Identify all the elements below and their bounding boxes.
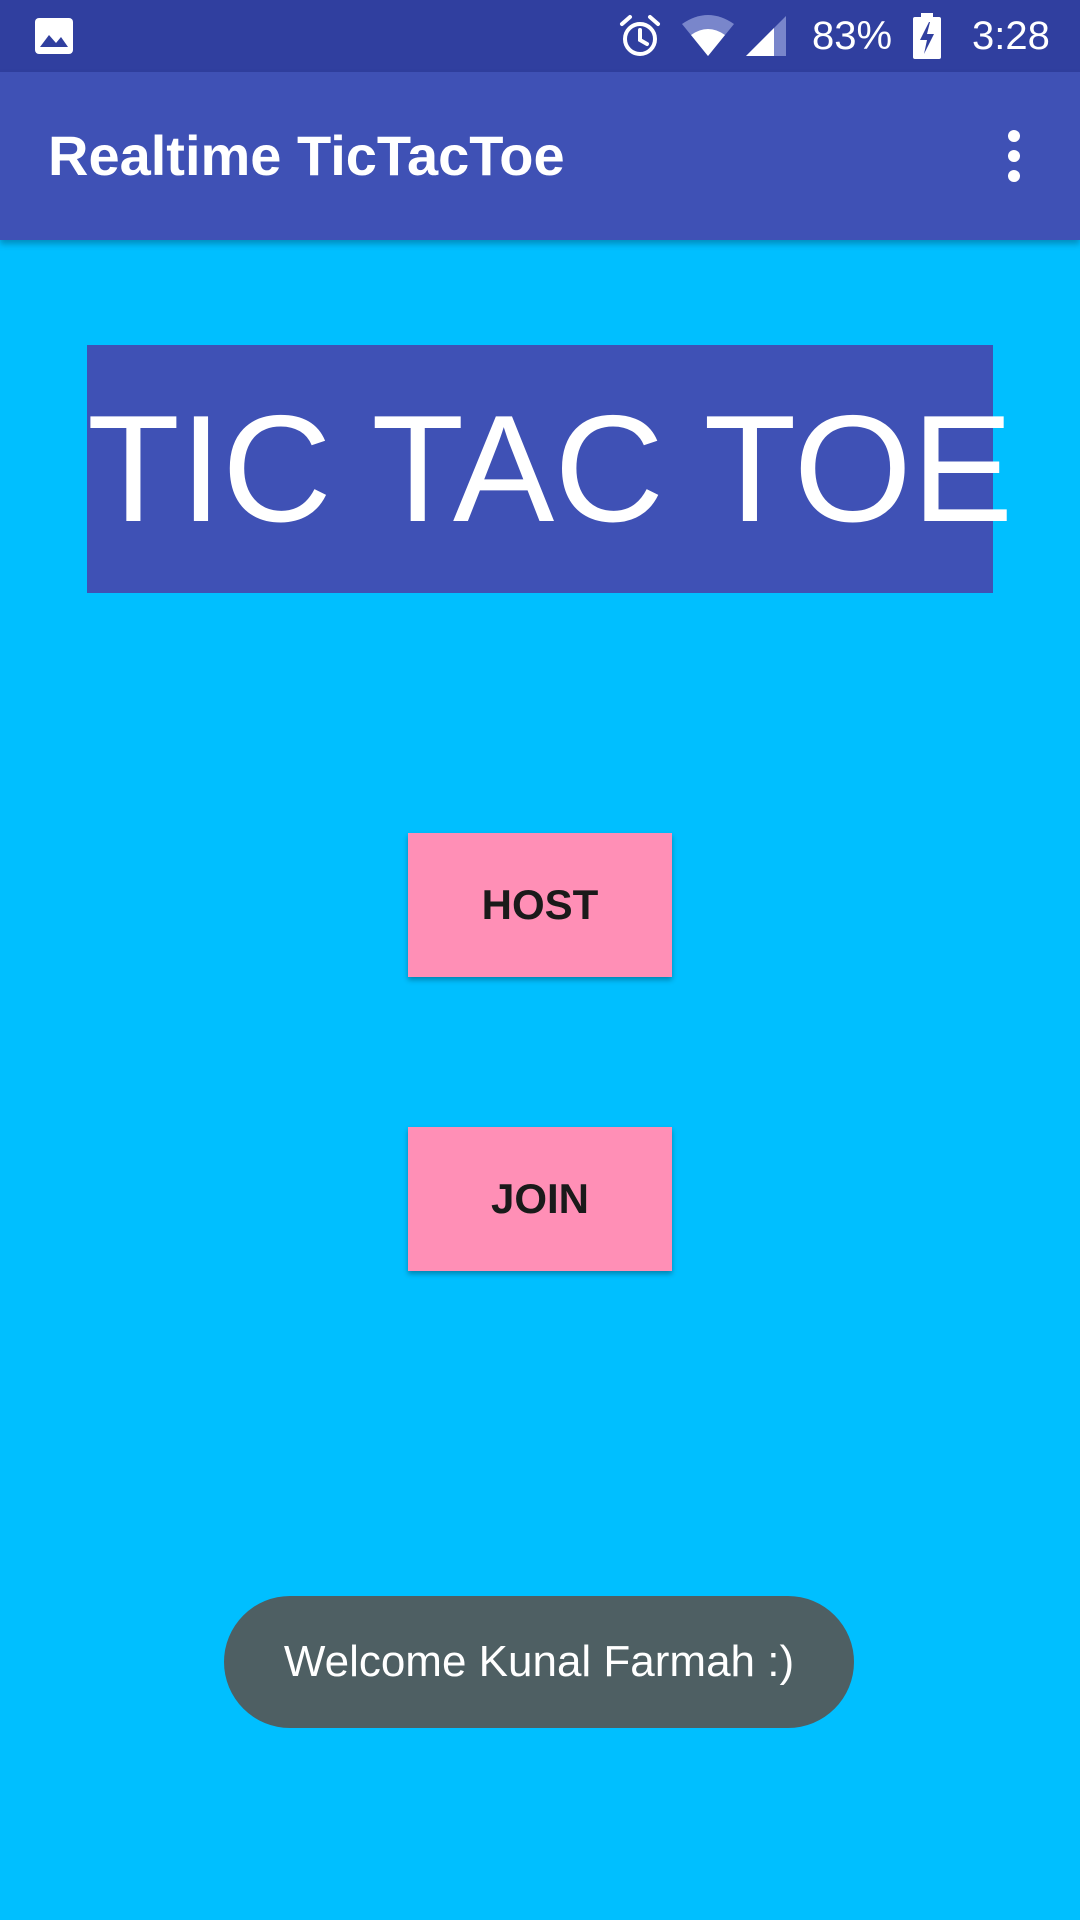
game-headline: TIC TAC TOE <box>87 345 1013 593</box>
welcome-toast: Welcome Kunal Farmah :) <box>224 1596 854 1728</box>
clock: 3:28 <box>972 14 1050 58</box>
cell-signal-icon <box>746 16 786 56</box>
battery-percentage: 83% <box>812 14 893 58</box>
alarm-icon <box>620 15 660 56</box>
battery-charging-icon <box>913 13 941 59</box>
app-bar: Realtime TicTacToe <box>0 72 1080 240</box>
host-button[interactable]: HOST <box>408 833 672 977</box>
more-vert-icon[interactable] <box>996 128 1032 184</box>
wifi-icon <box>682 15 734 56</box>
status-bar: 83% 3:28 <box>0 0 1080 72</box>
join-button[interactable]: JOIN <box>408 1127 672 1271</box>
gallery-icon <box>35 18 73 54</box>
app-title: Realtime TicTacToe <box>48 124 565 187</box>
